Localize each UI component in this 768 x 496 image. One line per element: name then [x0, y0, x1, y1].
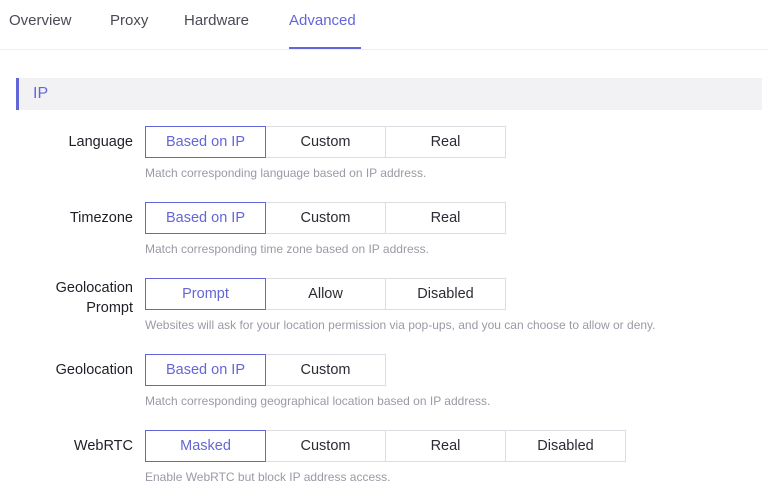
geolocation-selector: Based on IP Custom — [145, 354, 386, 386]
webrtc-label: WebRTC — [73, 438, 133, 454]
geolocation-prompt-selector: Prompt Allow Disabled — [145, 278, 506, 310]
geolocation-prompt-label-line2: Prompt — [86, 300, 133, 316]
active-tab-indicator — [289, 47, 361, 49]
timezone-option-custom[interactable]: Custom — [265, 202, 386, 234]
language-hint: Match corresponding language based on IP… — [145, 166, 427, 180]
tab-bar: Overview Proxy Hardware Advanced — [0, 0, 768, 50]
timezone-hint: Match corresponding time zone based on I… — [145, 242, 429, 256]
language-option-real[interactable]: Real — [385, 126, 506, 158]
geolocation-prompt-hint: Websites will ask for your location perm… — [145, 318, 656, 332]
webrtc-hint: Enable WebRTC but block IP address acces… — [145, 470, 391, 484]
geolocation-option-based-on-ip[interactable]: Based on IP — [145, 354, 266, 386]
language-option-based-on-ip[interactable]: Based on IP — [145, 126, 266, 158]
tab-proxy[interactable]: Proxy — [110, 12, 148, 29]
webrtc-option-custom[interactable]: Custom — [265, 430, 386, 462]
tab-advanced[interactable]: Advanced — [289, 12, 356, 29]
webrtc-selector: Masked Custom Real Disabled — [145, 430, 626, 462]
language-label: Language — [68, 134, 133, 150]
timezone-label: Timezone — [69, 210, 133, 226]
geolocation-prompt-option-disabled[interactable]: Disabled — [385, 278, 506, 310]
geolocation-prompt-option-prompt[interactable]: Prompt — [145, 278, 266, 310]
timezone-option-real[interactable]: Real — [385, 202, 506, 234]
webrtc-option-real[interactable]: Real — [385, 430, 506, 462]
section-header-ip: IP — [16, 78, 762, 110]
timezone-selector: Based on IP Custom Real — [145, 202, 506, 234]
geolocation-hint: Match corresponding geographical locatio… — [145, 394, 491, 408]
section-title: IP — [33, 85, 49, 102]
tab-hardware[interactable]: Hardware — [184, 12, 249, 29]
geolocation-option-custom[interactable]: Custom — [265, 354, 386, 386]
language-option-custom[interactable]: Custom — [265, 126, 386, 158]
language-selector: Based on IP Custom Real — [145, 126, 506, 158]
tab-overview[interactable]: Overview — [9, 12, 72, 29]
webrtc-option-masked[interactable]: Masked — [145, 430, 266, 462]
geolocation-prompt-label: Geolocation Prompt — [0, 278, 133, 318]
geolocation-label: Geolocation — [55, 362, 133, 378]
geolocation-prompt-label-line1: Geolocation — [55, 280, 133, 296]
timezone-option-based-on-ip[interactable]: Based on IP — [145, 202, 266, 234]
geolocation-prompt-option-allow[interactable]: Allow — [265, 278, 386, 310]
webrtc-option-disabled[interactable]: Disabled — [505, 430, 626, 462]
